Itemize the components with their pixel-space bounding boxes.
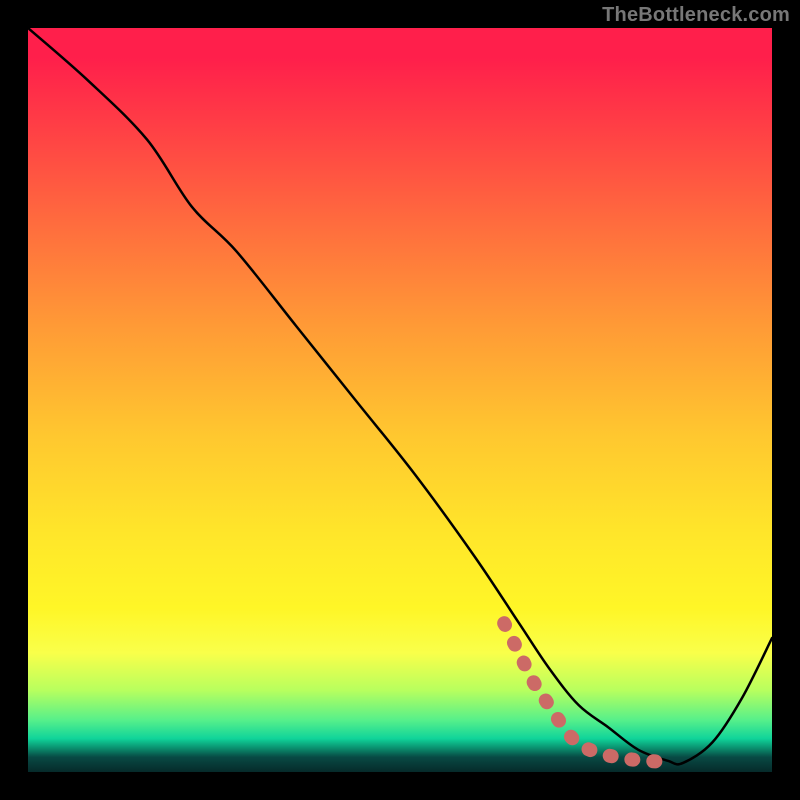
chart-container: TheBottleneck.com [0, 0, 800, 800]
chart-svg [28, 28, 772, 772]
series-highlight [504, 623, 660, 761]
plot-area [28, 28, 772, 772]
series-curve [28, 28, 772, 764]
attribution-label: TheBottleneck.com [602, 4, 790, 27]
